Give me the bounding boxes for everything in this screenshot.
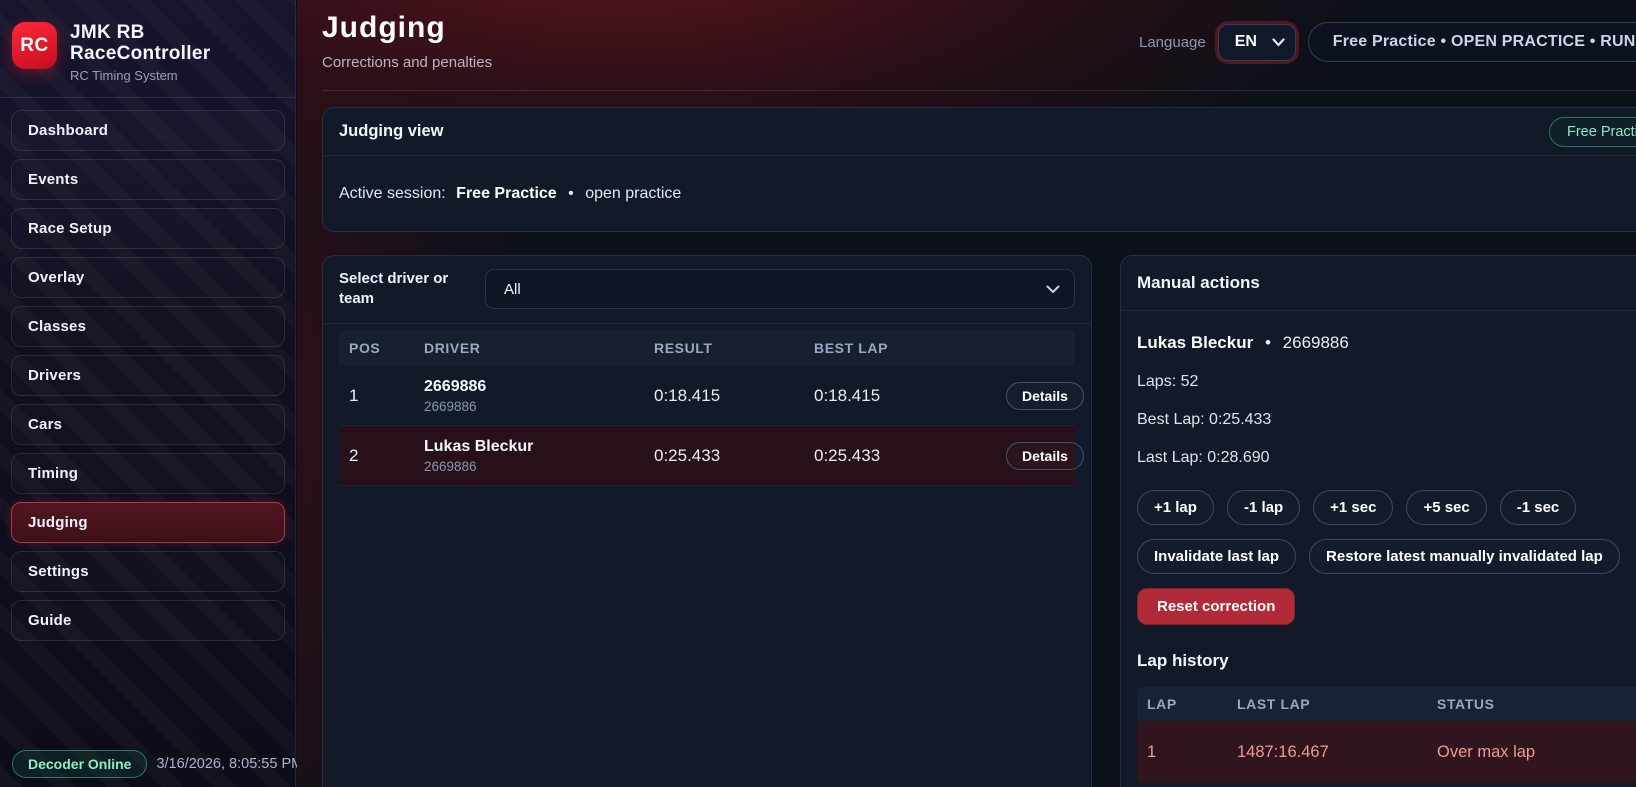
bullet-separator: •: [568, 185, 574, 202]
app-logo: RC JMK RB RaceController RC Timing Syste…: [0, 0, 295, 83]
active-session-label: Active session:: [339, 185, 446, 202]
minus-1-lap-button[interactable]: -1 lap: [1227, 490, 1300, 525]
manual-actions-card: Manual actions Lukas Bleckur • 2669886 L…: [1120, 255, 1636, 787]
laps-count-line: Laps: 52: [1137, 373, 1636, 391]
driver-table-row[interactable]: 1 2669886 2669886 0:18.415 0:18.415 Deta…: [339, 366, 1075, 426]
column-header-last-lap: LAST LAP: [1227, 696, 1427, 712]
selected-driver-line: Lukas Bleckur • 2669886: [1137, 333, 1636, 353]
selected-driver-name: Lukas Bleckur: [1137, 333, 1253, 352]
driver-table-row-selected[interactable]: 2 Lukas Bleckur 2669886 0:25.433 0:25.43…: [339, 426, 1075, 486]
app-subtitle: RC Timing System: [70, 68, 210, 83]
active-session-name: Free Practice: [456, 185, 557, 202]
driver-list-card: Select driver or team All POS DRIVER RES…: [322, 255, 1092, 787]
sidebar-item-guide[interactable]: Guide: [11, 600, 285, 641]
driver-filter-label: Select driver or team: [339, 269, 471, 309]
driver-transponder: 2669886: [424, 459, 644, 474]
lap-adjust-button-row: +1 lap -1 lap +1 sec +5 sec -1 sec: [1137, 490, 1636, 525]
header-controls: Language EN Free Practice • OPEN PRACTIC…: [1139, 22, 1636, 62]
details-cell: Details: [964, 382, 1084, 410]
lap-history-row: 1 1487:16.467 Over max lap: [1137, 721, 1636, 783]
header-divider: [322, 90, 1636, 91]
lap-history-title: Lap history: [1137, 651, 1636, 671]
sidebar-item-race-setup[interactable]: Race Setup: [11, 208, 285, 249]
sidebar-item-settings[interactable]: Settings: [11, 551, 285, 592]
main-content: Judging Corrections and penalties Langua…: [297, 0, 1636, 787]
plus-1-sec-button[interactable]: +1 sec: [1313, 490, 1393, 525]
active-session-line: Active session: Free Practice • open pra…: [323, 156, 1636, 203]
column-header-best-lap: BEST LAP: [804, 340, 964, 356]
active-session-type: open practice: [585, 185, 681, 202]
bullet-separator: •: [1265, 333, 1271, 352]
reset-correction-button[interactable]: Reset correction: [1137, 588, 1295, 625]
clock-timestamp: 3/16/2026, 8:05:55 PM: [156, 756, 303, 772]
session-status-badge: Free Practice • OPEN PRACTICE • RUNNING: [1308, 22, 1636, 62]
decoder-status-badge: Decoder Online: [12, 750, 147, 778]
rc-logo-icon: RC: [12, 22, 57, 69]
driver-cell: Lukas Bleckur 2669886: [414, 438, 644, 474]
minus-1-sec-button[interactable]: -1 sec: [1500, 490, 1577, 525]
driver-filter-value: All: [504, 281, 521, 298]
driver-name: Lukas Bleckur: [424, 438, 644, 456]
sidebar-item-judging[interactable]: Judging: [11, 502, 285, 543]
pos-cell: 1: [339, 386, 414, 406]
column-header-status: STATUS: [1427, 696, 1636, 712]
chevron-down-icon: [1272, 38, 1285, 47]
driver-filter-row: Select driver or team All: [323, 256, 1091, 324]
column-header-lap: LAP: [1137, 696, 1227, 712]
driver-name: 2669886: [424, 378, 644, 396]
app-title-block: JMK RB RaceController RC Timing System: [70, 22, 210, 83]
restore-invalidated-lap-button[interactable]: Restore latest manually invalidated lap: [1309, 539, 1620, 574]
last-lap-line: Last Lap: 0:28.690: [1137, 449, 1636, 467]
page-subtitle: Corrections and penalties: [322, 54, 492, 71]
lap-status-cell: Over max lap: [1427, 743, 1636, 762]
chevron-down-icon: [1046, 285, 1060, 294]
pos-cell: 2: [339, 446, 414, 466]
lap-history-header: LAP LAST LAP STATUS: [1137, 687, 1636, 721]
language-select[interactable]: EN: [1218, 24, 1296, 61]
sidebar-footer: Decoder Online 3/16/2026, 8:05:55 PM: [12, 750, 303, 778]
sidebar-item-overlay[interactable]: Overlay: [11, 257, 285, 298]
judging-view-card-title: Judging view: [323, 108, 1636, 156]
best-lap-cell: 0:18.415: [804, 386, 964, 406]
lap-number-cell: 1: [1137, 743, 1227, 762]
last-lap-time-cell: 1487:16.467: [1227, 743, 1427, 762]
app-title-line1: JMK RB: [70, 22, 210, 43]
plus-5-sec-button[interactable]: +5 sec: [1406, 490, 1486, 525]
sidebar: RC JMK RB RaceController RC Timing Syste…: [0, 0, 296, 787]
language-value: EN: [1235, 33, 1257, 51]
details-button[interactable]: Details: [1006, 382, 1084, 410]
column-header-pos: POS: [339, 340, 414, 356]
free-practice-badge: Free Practice: [1549, 117, 1636, 147]
sidebar-item-classes[interactable]: Classes: [11, 306, 285, 347]
language-label: Language: [1139, 34, 1206, 51]
invalidate-last-lap-button[interactable]: Invalidate last lap: [1137, 539, 1296, 574]
sidebar-item-dashboard[interactable]: Dashboard: [11, 110, 285, 151]
sidebar-item-events[interactable]: Events: [11, 159, 285, 200]
lap-validity-button-row: Invalidate last lap Restore latest manua…: [1137, 539, 1636, 574]
manual-actions-body: Lukas Bleckur • 2669886 Laps: 52 Best La…: [1121, 333, 1636, 783]
page-title: Judging: [322, 11, 446, 45]
app-window: RC JMK RB RaceController RC Timing Syste…: [0, 0, 1636, 787]
driver-table-header: POS DRIVER RESULT BEST LAP: [339, 330, 1075, 366]
sidebar-item-timing[interactable]: Timing: [11, 453, 285, 494]
column-header-driver: DRIVER: [414, 340, 644, 356]
best-lap-line: Best Lap: 0:25.433: [1137, 411, 1636, 429]
details-button[interactable]: Details: [1006, 442, 1084, 470]
sidebar-item-cars[interactable]: Cars: [11, 404, 285, 445]
selected-driver-transponder: 2669886: [1283, 333, 1349, 352]
sidebar-item-drivers[interactable]: Drivers: [11, 355, 285, 396]
column-header-result: RESULT: [644, 340, 804, 356]
result-cell: 0:25.433: [644, 446, 804, 466]
judging-view-card: Judging view Free Practice Active sessio…: [322, 107, 1636, 232]
driver-transponder: 2669886: [424, 399, 644, 414]
best-lap-cell: 0:25.433: [804, 446, 964, 466]
plus-1-lap-button[interactable]: +1 lap: [1137, 490, 1214, 525]
sidebar-nav: Dashboard Events Race Setup Overlay Clas…: [0, 98, 295, 641]
result-cell: 0:18.415: [644, 386, 804, 406]
manual-actions-title: Manual actions: [1121, 256, 1636, 311]
driver-cell: 2669886 2669886: [414, 378, 644, 414]
app-title-line2: RaceController: [70, 43, 210, 64]
details-cell: Details: [964, 442, 1084, 470]
driver-filter-select[interactable]: All: [485, 269, 1075, 309]
